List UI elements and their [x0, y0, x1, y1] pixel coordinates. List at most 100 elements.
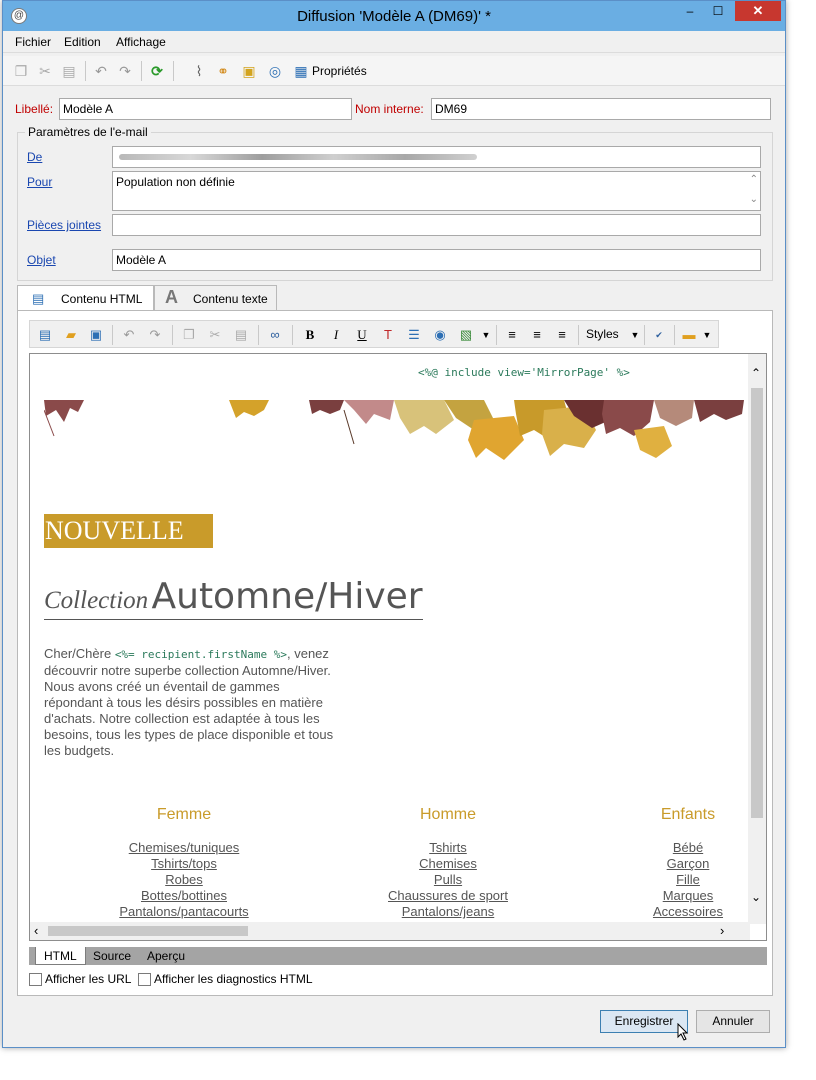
list-item[interactable]: Tshirts: [348, 840, 548, 856]
list-item[interactable]: Bébé: [628, 840, 748, 856]
chevron-right-icon[interactable]: ›: [720, 923, 724, 938]
list-item[interactable]: Garçon: [628, 856, 748, 872]
email-params-title: Paramètres de l'e-mail: [25, 125, 151, 139]
subject-input[interactable]: Modèle A: [112, 249, 761, 271]
toolbar-separator: [292, 325, 293, 345]
new-document-icon[interactable]: ▤: [36, 326, 54, 344]
list-item[interactable]: Accessoires: [628, 904, 748, 920]
show-diagnostics-checkbox[interactable]: [138, 973, 151, 986]
properties-button[interactable]: Propriétés: [312, 64, 367, 78]
chevron-down-icon[interactable]: ▼: [698, 326, 716, 344]
copy-icon[interactable]: ❐: [13, 63, 29, 79]
insert-image-icon[interactable]: ▧: [457, 326, 475, 344]
paste-icon[interactable]: ▤: [232, 326, 250, 344]
cut-icon[interactable]: ✂: [206, 326, 224, 344]
list-item[interactable]: Marques: [628, 888, 748, 904]
list-item[interactable]: Fille: [628, 872, 748, 888]
attachments-link[interactable]: Pièces jointes: [27, 218, 101, 232]
chevron-down-icon[interactable]: ⌄: [750, 194, 758, 205]
tab-source-view[interactable]: Source: [85, 947, 139, 965]
to-input[interactable]: Population non définie ⌃ ⌄: [112, 171, 761, 211]
target-icon[interactable]: ◎: [267, 63, 283, 79]
list-item[interactable]: Robes: [84, 872, 284, 888]
gift-icon[interactable]: ▣: [241, 63, 257, 79]
toolbar-separator: [496, 325, 497, 345]
list-item[interactable]: Pulls: [348, 872, 548, 888]
maximize-button[interactable]: ☐: [705, 1, 731, 21]
vertical-scrollbar[interactable]: ⌃ ⌄: [748, 354, 766, 924]
list-item[interactable]: Pantalons/jeans: [348, 904, 548, 920]
open-folder-icon[interactable]: ▰: [62, 326, 80, 344]
minimize-button[interactable]: –: [677, 1, 703, 21]
mouse-cursor-icon: [677, 1023, 689, 1041]
menu-edition[interactable]: Edition: [64, 35, 101, 49]
close-button[interactable]: ✕: [735, 1, 781, 21]
editor-toolbar: ▤ ▰ ▣ ↶ ↷ ❐ ✂ ▤ ∞ B I U T ☰ ◉ ▧ ▼ ≡ ≡ ≡ …: [29, 320, 719, 348]
text-color-icon[interactable]: T: [379, 326, 397, 344]
bullet-list-icon[interactable]: ☰: [405, 326, 423, 344]
list-item[interactable]: Tshirts/tops: [84, 856, 284, 872]
cut-icon[interactable]: ✂: [37, 63, 53, 79]
personalization-icon[interactable]: ▬: [680, 326, 698, 344]
align-left-icon[interactable]: ≡: [503, 326, 521, 344]
from-link[interactable]: De: [27, 150, 42, 164]
undo-icon[interactable]: ↶: [93, 63, 109, 79]
menu-affichage[interactable]: Affichage: [116, 35, 166, 49]
italic-button[interactable]: I: [327, 326, 345, 344]
save-icon[interactable]: ▣: [87, 326, 105, 344]
attachments-input[interactable]: [112, 214, 761, 236]
bold-button[interactable]: B: [301, 326, 319, 344]
menu-fichier[interactable]: Fichier: [15, 35, 51, 49]
label-input[interactable]: Modèle A: [59, 98, 352, 120]
cancel-button[interactable]: Annuler: [696, 1010, 770, 1033]
list-item[interactable]: Chemises/tuniques: [84, 840, 284, 856]
scroll-thumb[interactable]: [48, 926, 248, 936]
subject-link[interactable]: Objet: [27, 253, 56, 267]
chevron-down-icon[interactable]: ⌄: [751, 890, 761, 904]
paste-icon[interactable]: ▤: [61, 63, 77, 79]
list-item[interactable]: Bottes/bottines: [84, 888, 284, 904]
link-icon[interactable]: ⚭: [215, 63, 231, 79]
undo-icon[interactable]: ↶: [120, 326, 138, 344]
styles-dropdown[interactable]: Styles: [586, 327, 619, 341]
column-title-homme: Homme: [419, 806, 476, 823]
redo-icon[interactable]: ↷: [146, 326, 164, 344]
main-toolbar: ❐ ✂ ▤ ↶ ↷ ⟳ ⌇ ⚭ ▣ ◎ ▦ Propriétés: [3, 56, 785, 86]
toolbar-separator: [172, 325, 173, 345]
tab-html-content[interactable]: ▤ Contenu HTML: [17, 285, 154, 312]
show-urls-checkbox[interactable]: [29, 973, 42, 986]
list-item[interactable]: Pantalons/pantacourts: [84, 904, 284, 920]
chevron-left-icon[interactable]: ‹: [34, 923, 38, 938]
internal-name-caption: Nom interne:: [355, 102, 424, 116]
chevron-up-icon[interactable]: ⌃: [751, 366, 761, 380]
tab-preview-view[interactable]: Aperçu: [139, 947, 193, 965]
save-button[interactable]: Enregistrer: [600, 1010, 688, 1033]
find-binoculars-icon[interactable]: ∞: [266, 326, 284, 344]
html-editor[interactable]: <%@ include view='MirrorPage' %> NOUVELL…: [29, 353, 767, 941]
copy-icon[interactable]: ❐: [180, 326, 198, 344]
chevron-down-icon[interactable]: ▼: [477, 326, 495, 344]
underline-button[interactable]: U: [353, 326, 371, 344]
to-link[interactable]: Pour: [27, 175, 52, 189]
hyperlink-globe-icon[interactable]: ◉: [431, 326, 449, 344]
list-item[interactable]: Chaussures de sport: [348, 888, 548, 904]
toolbar-separator: [644, 325, 645, 345]
properties-icon[interactable]: ▦: [293, 63, 309, 79]
align-center-icon[interactable]: ≡: [528, 326, 546, 344]
chevron-down-icon[interactable]: ▼: [626, 326, 644, 344]
tab-html-label: Contenu HTML: [61, 292, 143, 306]
tab-html-view[interactable]: HTML: [35, 947, 86, 965]
spellcheck-icon[interactable]: ✔: [650, 326, 668, 344]
horizontal-scrollbar[interactable]: ‹ ›: [30, 922, 750, 940]
scroll-thumb[interactable]: [751, 388, 763, 818]
align-right-icon[interactable]: ≡: [553, 326, 571, 344]
attachment-icon[interactable]: ⌇: [191, 63, 207, 79]
refresh-icon[interactable]: ⟳: [149, 63, 165, 79]
tab-text-content[interactable]: A Contenu texte: [154, 285, 277, 311]
to-value: Population non définie: [116, 175, 235, 189]
chevron-up-icon[interactable]: ⌃: [750, 174, 758, 185]
redo-icon[interactable]: ↷: [117, 63, 133, 79]
toolbar-separator: [173, 61, 174, 81]
list-item[interactable]: Chemises: [348, 856, 548, 872]
internal-name-input[interactable]: DM69: [431, 98, 771, 120]
